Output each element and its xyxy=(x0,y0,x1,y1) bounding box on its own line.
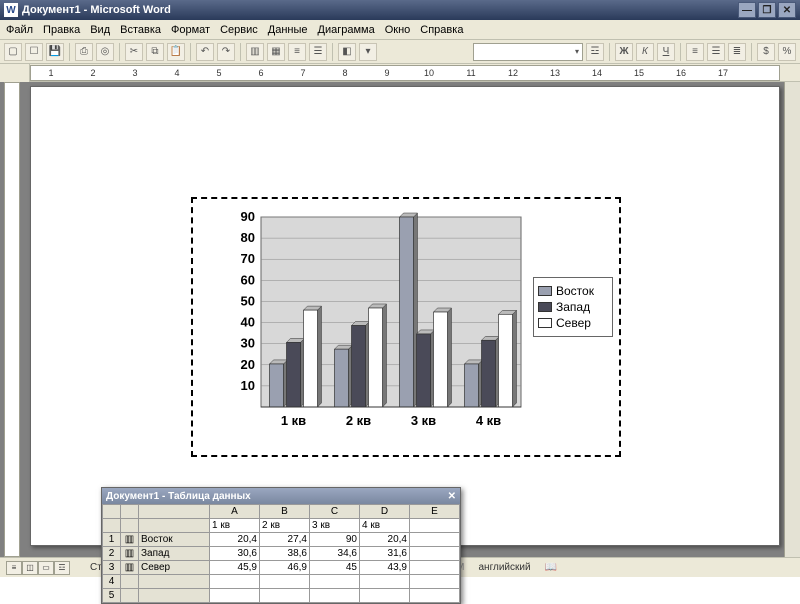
paste-icon[interactable]: 📋 xyxy=(167,43,185,61)
page: 10 20 30 40 50 60 70 80 90 1 кв 2 кв 3 кв 4 кв Восто… xyxy=(30,86,780,546)
save-icon[interactable]: 💾 xyxy=(46,43,64,61)
svg-text:4 кв: 4 кв xyxy=(476,413,501,428)
svg-text:90: 90 xyxy=(241,209,255,224)
close-button[interactable]: ✕ xyxy=(778,2,796,18)
fill-icon[interactable]: ◧ xyxy=(338,43,356,61)
align-left-icon[interactable]: ≡ xyxy=(686,43,704,61)
svg-text:40: 40 xyxy=(241,315,255,330)
svg-text:80: 80 xyxy=(241,230,255,245)
datasheet-window[interactable]: Документ1 - Таблица данных ✕ ABCDE1 кв2 … xyxy=(101,487,461,604)
svg-text:50: 50 xyxy=(241,293,255,308)
svg-text:30: 30 xyxy=(241,336,255,351)
percent-icon[interactable]: % xyxy=(778,43,796,61)
ruler-row: 1234567891011121314151617 xyxy=(0,64,800,82)
svg-text:1 кв: 1 кв xyxy=(281,413,306,428)
svg-text:20: 20 xyxy=(241,357,255,372)
view-web-icon[interactable]: ◫ xyxy=(22,561,38,575)
legend-east: Восток xyxy=(556,284,594,298)
new-doc-icon[interactable]: ▢ xyxy=(4,43,22,61)
datasheet-close-icon[interactable]: ✕ xyxy=(448,491,456,502)
standard-toolbar: ▢ ☐ 💾 ⎙ ◎ ✂ ⧉ 📋 ↶ ↷ ▥ ▦ ≡ ☰ ◧ ▾ ▾ ☲ Ж К … xyxy=(0,40,800,64)
menu-tools[interactable]: Сервис xyxy=(220,24,258,36)
align-right-icon[interactable]: ≣ xyxy=(728,43,746,61)
open-icon[interactable]: ☐ xyxy=(25,43,43,61)
maximize-button[interactable]: ❐ xyxy=(758,2,776,18)
menu-format[interactable]: Формат xyxy=(171,24,210,36)
redo-icon[interactable]: ↷ xyxy=(217,43,235,61)
underline-icon[interactable]: Ч xyxy=(657,43,675,61)
copy-icon[interactable]: ⧉ xyxy=(146,43,164,61)
menu-insert[interactable]: Вставка xyxy=(120,24,161,36)
word-app-icon: W xyxy=(4,3,18,17)
currency-icon[interactable]: $ xyxy=(757,43,775,61)
align-center-icon[interactable]: ☰ xyxy=(707,43,725,61)
chart-legend[interactable]: Восток Запад Север xyxy=(533,277,613,337)
view-normal-icon[interactable]: ≡ xyxy=(6,561,22,575)
undo-icon[interactable]: ↶ xyxy=(196,43,214,61)
svg-text:2 кв: 2 кв xyxy=(346,413,371,428)
svg-text:3 кв: 3 кв xyxy=(411,413,436,428)
datasheet-grid[interactable]: ABCDE1 кв2 кв3 кв4 кв1▥Восток20,427,4902… xyxy=(102,504,460,603)
svg-text:70: 70 xyxy=(241,251,255,266)
menu-data[interactable]: Данные xyxy=(268,24,308,36)
menu-edit[interactable]: Правка xyxy=(43,24,80,36)
legend-west: Запад xyxy=(556,300,590,314)
status-lang: английский xyxy=(478,562,530,573)
document-area: 10 20 30 40 50 60 70 80 90 1 кв 2 кв 3 кв 4 кв Восто… xyxy=(0,82,800,557)
view-outline-icon[interactable]: ☲ xyxy=(54,561,70,575)
horizontal-ruler[interactable]: 1234567891011121314151617 xyxy=(30,65,780,81)
print-icon[interactable]: ⎙ xyxy=(75,43,93,61)
by-row-icon[interactable]: ≡ xyxy=(288,43,306,61)
more-icon[interactable]: ▾ xyxy=(359,43,377,61)
preview-icon[interactable]: ◎ xyxy=(96,43,114,61)
titlebar: W Документ1 - Microsoft Word — ❐ ✕ xyxy=(0,0,800,20)
menu-help[interactable]: Справка xyxy=(420,24,463,36)
svg-text:10: 10 xyxy=(241,378,255,393)
menu-view[interactable]: Вид xyxy=(90,24,110,36)
minimize-button[interactable]: — xyxy=(738,2,756,18)
menubar: Файл Правка Вид Вставка Формат Сервис Да… xyxy=(0,20,800,40)
vertical-ruler[interactable] xyxy=(4,82,20,557)
table-icon[interactable]: ▦ xyxy=(267,43,285,61)
window-title: Документ1 - Microsoft Word xyxy=(22,4,171,16)
cut-icon[interactable]: ✂ xyxy=(125,43,143,61)
legend-north: Север xyxy=(556,316,591,330)
view-print-icon[interactable]: ▭ xyxy=(38,561,54,575)
status-book-icon[interactable]: 📖 xyxy=(545,562,557,573)
format-obj-icon[interactable]: ☲ xyxy=(586,43,604,61)
chart-type-icon[interactable]: ▥ xyxy=(246,43,264,61)
vertical-scrollbar[interactable] xyxy=(784,82,800,557)
menu-chart[interactable]: Диаграмма xyxy=(318,24,375,36)
menu-file[interactable]: Файл xyxy=(6,24,33,36)
chart-area-combo[interactable]: ▾ xyxy=(473,43,583,61)
by-col-icon[interactable]: ☰ xyxy=(309,43,327,61)
italic-icon[interactable]: К xyxy=(636,43,654,61)
menu-window[interactable]: Окно xyxy=(385,24,411,36)
bold-icon[interactable]: Ж xyxy=(615,43,633,61)
svg-text:60: 60 xyxy=(241,272,255,287)
datasheet-title[interactable]: Документ1 - Таблица данных ✕ xyxy=(102,488,460,504)
chart-object[interactable]: 10 20 30 40 50 60 70 80 90 1 кв 2 кв 3 кв 4 кв Восто… xyxy=(191,197,621,457)
